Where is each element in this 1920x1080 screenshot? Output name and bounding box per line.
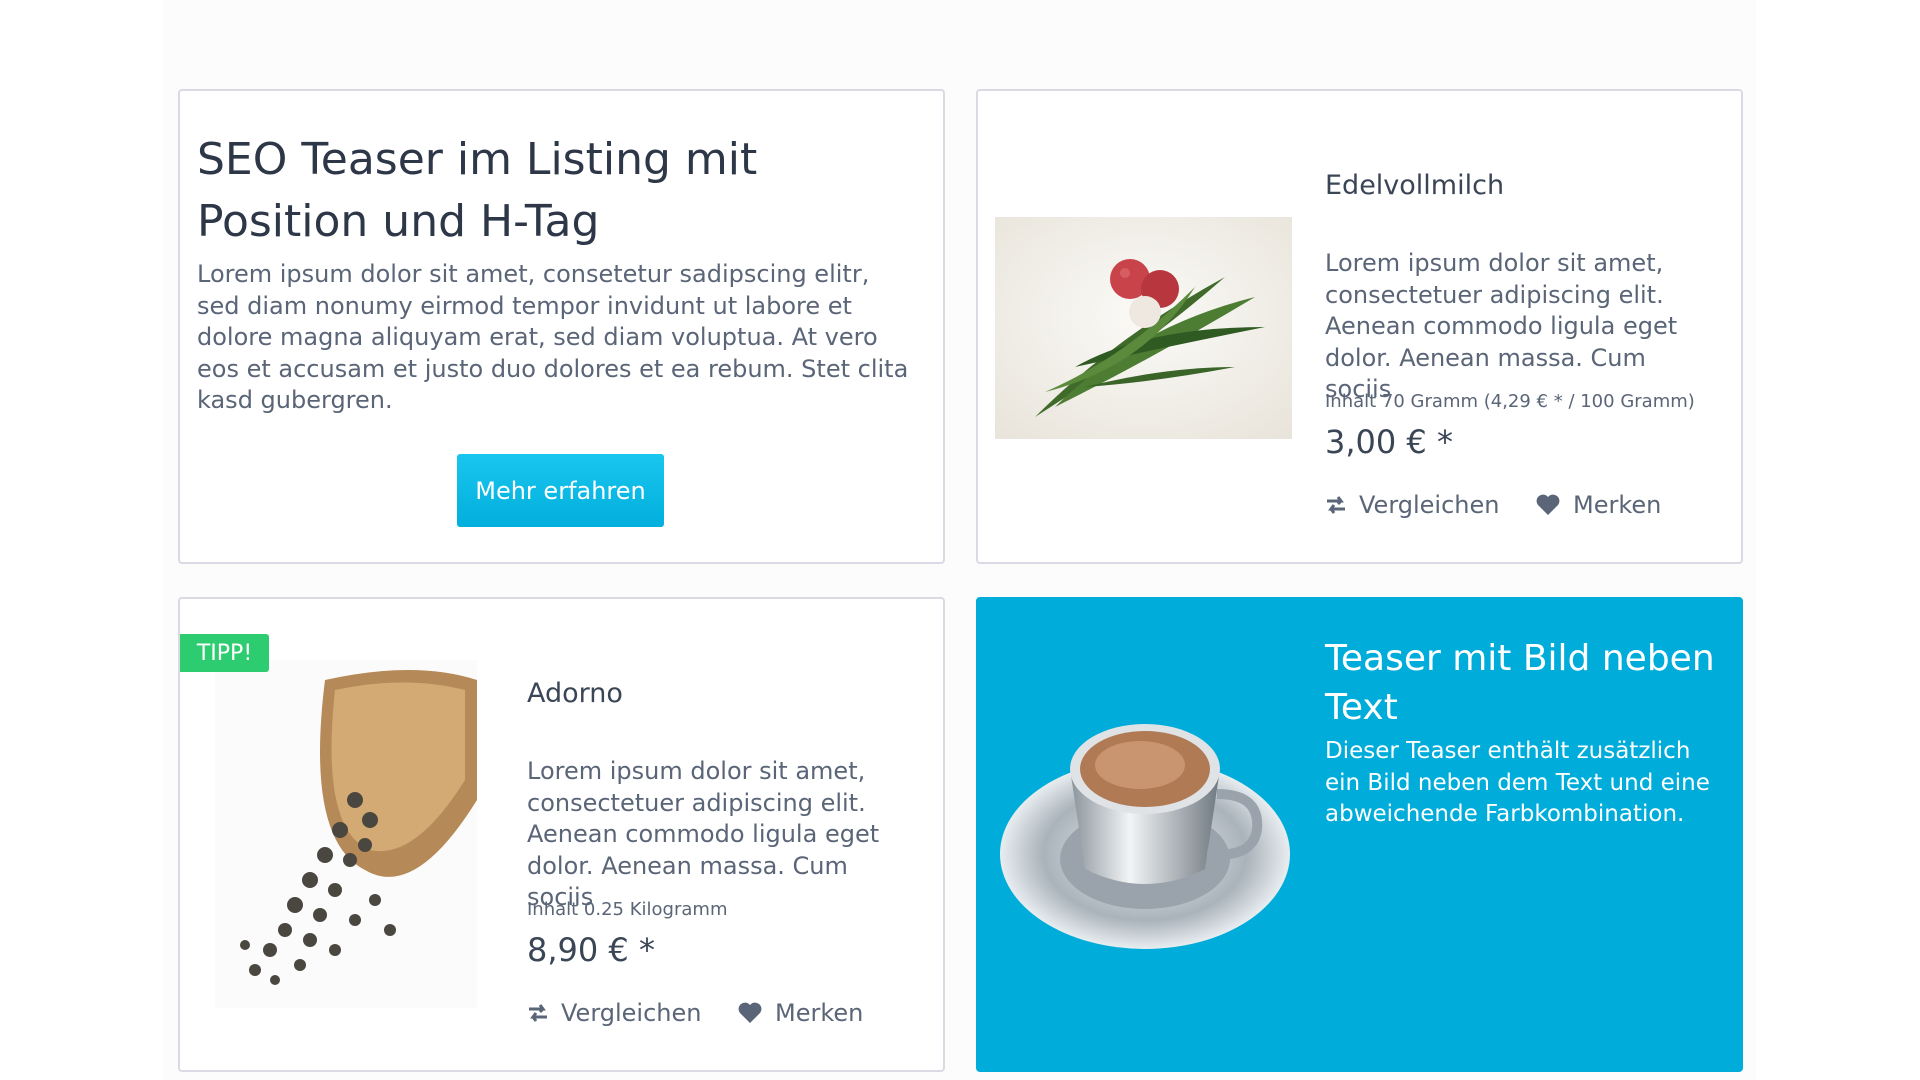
product-name[interactable]: Edelvollmilch (1325, 170, 1504, 201)
wishlist-label: Merken (1573, 491, 1662, 519)
compare-arrows-icon (1327, 496, 1345, 514)
pepper-illustration (215, 660, 477, 1008)
product-unit-info: Inhalt 70 Gramm (4,29 € * / 100 Gramm) (1325, 391, 1695, 412)
coffee-cup-image (995, 699, 1295, 959)
pepper-scoop-image[interactable] (215, 660, 477, 1008)
product-description: Lorem ipsum dolor sit amet, consectetuer… (1325, 249, 1678, 403)
compare-label: Vergleichen (561, 999, 702, 1027)
image-teaser-title: Teaser mit Bild neben Text (1325, 638, 1715, 728)
wishlist-button[interactable]: Merken (1535, 491, 1661, 519)
product-name[interactable]: Adorno (527, 678, 623, 709)
product-price: 3,00 € * (1325, 423, 1453, 461)
seo-teaser-text: Lorem ipsum dolor sit amet, consetetur s… (197, 260, 909, 414)
seo-teaser-title: SEO Teaser im Listing mit Position und H… (197, 134, 758, 247)
wishlist-label: Merken (775, 999, 864, 1027)
product-unit-info: Inhalt 0.25 Kilogramm (527, 899, 728, 920)
compare-arrows-icon (529, 1004, 547, 1022)
seo-teaser-card: SEO Teaser im Listing mit Position und H… (178, 89, 945, 564)
wishlist-button[interactable]: Merken (737, 999, 863, 1027)
more-info-button[interactable]: Mehr erfahren (457, 454, 664, 527)
product-card-adorno[interactable]: TIPP! Adorno Lorem ipsum dolor sit amet,… (178, 597, 945, 1072)
product-price: 8,90 € * (527, 931, 655, 969)
compare-button[interactable]: Vergleichen (1325, 491, 1499, 519)
product-card-edelvollmilch[interactable]: Edelvollmilch Lorem ipsum dolor sit amet… (976, 89, 1743, 564)
lychee-illustration (995, 217, 1292, 439)
compare-label: Vergleichen (1359, 491, 1500, 519)
compare-button[interactable]: Vergleichen (527, 999, 701, 1027)
image-teaser-text: Dieser Teaser enthält zusätzlich ein Bil… (1325, 738, 1710, 827)
coffee-cup-illustration (1000, 724, 1290, 949)
image-teaser-card[interactable]: Teaser mit Bild neben Text Dieser Teaser… (976, 597, 1743, 1072)
tip-badge: TIPP! (180, 634, 269, 672)
heart-icon (1536, 494, 1560, 515)
product-description: Lorem ipsum dolor sit amet, consectetuer… (527, 757, 880, 911)
lychee-image[interactable] (995, 217, 1292, 439)
heart-icon (738, 1002, 762, 1023)
